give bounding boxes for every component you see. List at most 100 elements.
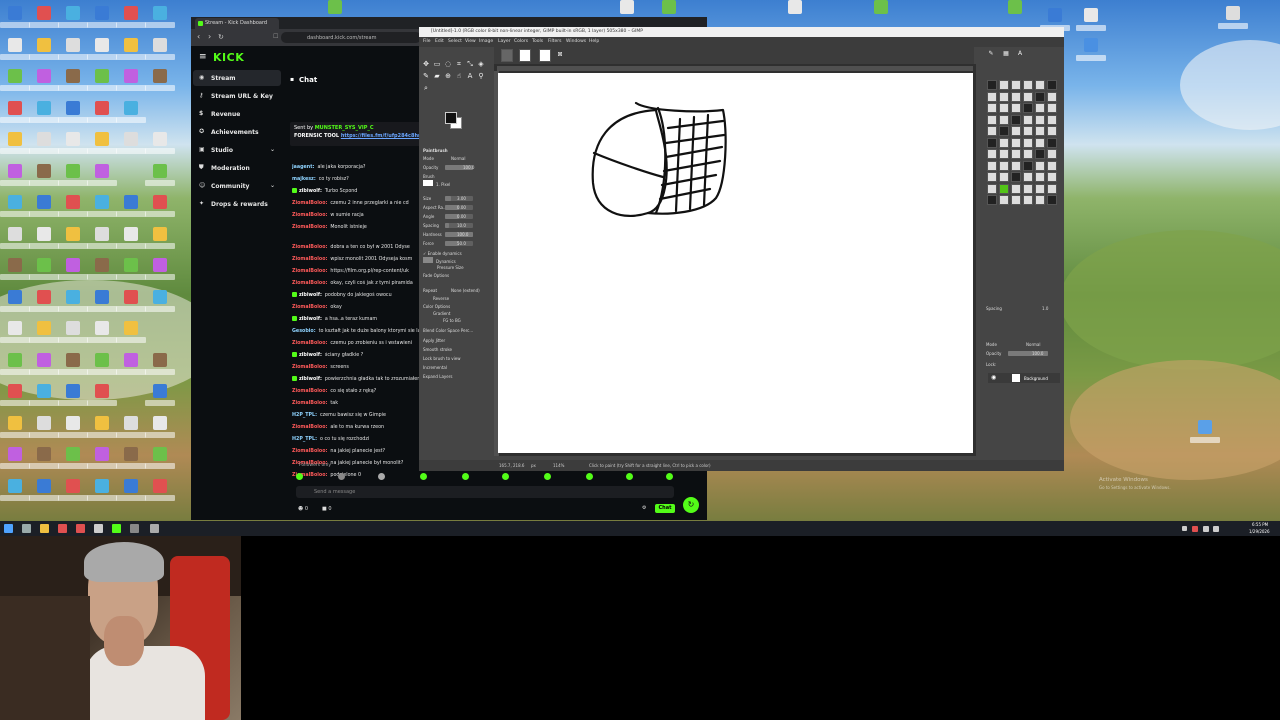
network-icon[interactable]: [1203, 526, 1209, 532]
brush-preset[interactable]: [999, 149, 1009, 159]
opacity-option[interactable]: Opacity 100.0: [423, 164, 487, 171]
reload-icon[interactable]: ↻: [218, 33, 224, 41]
desktop-icon[interactable]: [0, 447, 30, 475]
chat-username[interactable]: ZiomalBoloo:: [292, 305, 327, 310]
image-tab-thumbnail[interactable]: [501, 49, 513, 62]
desktop-icon[interactable]: [87, 321, 117, 349]
emote-icon[interactable]: [296, 473, 303, 480]
desktop-icon[interactable]: [0, 69, 30, 97]
desktop-icon[interactable]: [116, 195, 146, 223]
chat-username[interactable]: zibiwolf:: [299, 377, 322, 382]
brush-preset[interactable]: [999, 183, 1009, 194]
menu-icon[interactable]: ≡: [199, 52, 207, 62]
hardness-option[interactable]: Hardness 100.0: [423, 231, 487, 238]
brush-preset[interactable]: [987, 91, 997, 102]
tray-chevron-icon[interactable]: [1182, 526, 1187, 531]
volume-icon[interactable]: [1213, 526, 1219, 532]
brush-preset[interactable]: [1035, 126, 1045, 136]
drawing-canvas[interactable]: [498, 73, 973, 453]
brush-preset[interactable]: [1023, 137, 1033, 148]
desktop-icon[interactable]: [145, 132, 175, 160]
brush-preset[interactable]: [1047, 80, 1057, 90]
fade-options[interactable]: Fade Options: [423, 272, 487, 279]
desktop-icon[interactable]: [29, 447, 59, 475]
brush-preset[interactable]: [1011, 114, 1021, 125]
smooth-stroke-checkbox[interactable]: Smooth stroke: [423, 346, 487, 353]
transform-tool-icon[interactable]: ⤡: [466, 60, 474, 68]
brush-preset[interactable]: [999, 80, 1009, 90]
brush-preset[interactable]: [1047, 183, 1057, 194]
desktop-icon[interactable]: [145, 415, 175, 444]
chat-username[interactable]: ZiomalBoloo:: [292, 213, 327, 218]
desktop-icon[interactable]: [58, 478, 88, 507]
brush-preset[interactable]: [1023, 126, 1033, 136]
kick-logo[interactable]: KICK: [213, 51, 244, 64]
chat-username[interactable]: ZiomalBoloo:: [292, 449, 327, 454]
chat-username[interactable]: Gesobio:: [292, 329, 316, 334]
layer-mode-row[interactable]: Mode Normal: [986, 341, 1060, 348]
brush-preset[interactable]: [1035, 183, 1045, 194]
clone-tool-icon[interactable]: ⊕: [444, 72, 452, 80]
brush-preset[interactable]: [999, 126, 1009, 136]
brush-preset[interactable]: [1035, 80, 1045, 90]
brush-preset[interactable]: [1023, 195, 1033, 205]
desktop-icon[interactable]: [116, 258, 146, 286]
color-options[interactable]: Color Options: [423, 303, 487, 310]
desktop-icon[interactable]: [1190, 420, 1220, 450]
pencil-icon[interactable]: ✎: [987, 50, 995, 58]
desktop-icon[interactable]: [58, 384, 88, 412]
brush-preset[interactable]: [987, 195, 997, 205]
desktop-icon[interactable]: [0, 415, 30, 444]
desktop-icon[interactable]: [145, 352, 175, 381]
desktop-icon[interactable]: [145, 289, 175, 318]
zoom-select[interactable]: 114%: [553, 463, 564, 468]
desktop-icon[interactable]: [87, 415, 117, 444]
brush-preset[interactable]: [1011, 160, 1021, 171]
kick-app-icon[interactable]: [112, 524, 121, 533]
back-icon[interactable]: ‹: [197, 33, 200, 41]
brush-preset[interactable]: [1023, 160, 1033, 171]
chat-username[interactable]: ZiomalBoloo:: [292, 245, 327, 250]
desktop-icon[interactable]: [29, 195, 59, 223]
desktop-icon[interactable]: [116, 100, 146, 129]
desktop-icon[interactable]: [87, 352, 117, 381]
desktop-icon[interactable]: [116, 69, 146, 97]
repeat-option[interactable]: Repeat None (extend): [423, 287, 487, 294]
search-icon[interactable]: [22, 524, 31, 533]
desktop-icon[interactable]: [0, 132, 30, 160]
sidebar-item-drops-rewards[interactable]: ✦ Drops & rewards: [193, 196, 281, 212]
brush-preset[interactable]: [1035, 160, 1045, 171]
bookmark-icon[interactable]: ☐: [273, 33, 278, 41]
eye-icon[interactable]: ◉: [991, 374, 996, 381]
brush-preset[interactable]: [987, 80, 997, 90]
brush-preset[interactable]: [1047, 114, 1057, 125]
chat-username[interactable]: ZiomalBoloo:: [292, 341, 327, 346]
emote-icon[interactable]: [462, 473, 469, 480]
brush-preset[interactable]: [1047, 103, 1057, 113]
desktop-icon[interactable]: [58, 100, 88, 129]
crop-tool-icon[interactable]: ⌗: [455, 60, 463, 68]
brush-preset[interactable]: [987, 172, 997, 182]
menu-view[interactable]: View: [465, 39, 476, 44]
app-icon[interactable]: [94, 524, 103, 533]
menu-layer[interactable]: Layer: [498, 39, 511, 44]
brush-preset[interactable]: [1011, 195, 1021, 205]
brush-preset[interactable]: [999, 172, 1009, 182]
image-tab-thumbnail[interactable]: [539, 49, 551, 62]
foreground-color-swatch[interactable]: [445, 112, 457, 124]
chat-username[interactable]: ZiomalBoloo:: [292, 201, 327, 206]
brush-preset[interactable]: [1035, 195, 1045, 205]
smudge-tool-icon[interactable]: ☝: [455, 72, 463, 80]
brush-preset[interactable]: [1011, 137, 1021, 148]
expand-layers-checkbox[interactable]: Expand Layers: [423, 373, 487, 380]
file-explorer-icon[interactable]: [40, 524, 49, 533]
desktop-icon[interactable]: [87, 258, 117, 286]
incremental-checkbox[interactable]: Incremental: [423, 364, 487, 371]
desktop-icon[interactable]: [87, 478, 117, 507]
desktop-icon[interactable]: [58, 415, 88, 444]
lasso-tool-icon[interactable]: ◌: [444, 60, 452, 68]
desktop-icon[interactable]: [145, 226, 175, 255]
desktop-icon[interactable]: [145, 163, 175, 192]
menu-image[interactable]: Image: [479, 39, 493, 44]
brush-selector[interactable]: 1. Pixel: [423, 180, 487, 187]
